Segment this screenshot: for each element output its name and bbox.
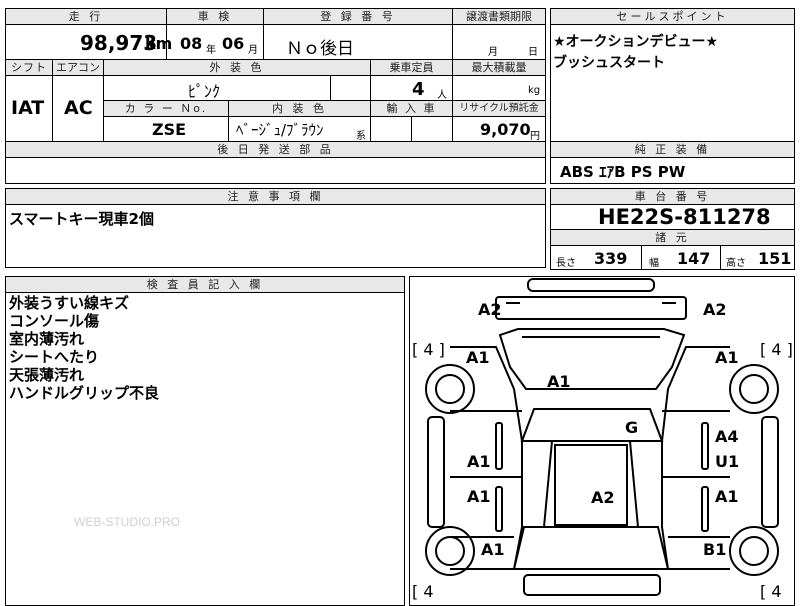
windshield (520, 408, 664, 442)
height-value: 151 (758, 249, 792, 268)
damage-a2-roof: A2 (591, 488, 615, 507)
inspector-header: 検 査 員 記 入 欄 (6, 277, 404, 292)
interior-header: 内 装 色 (229, 101, 370, 116)
damage-a1-front-door-left: A1 (467, 452, 491, 471)
damage-g-windshield: G (625, 418, 639, 437)
damage-a2-top-right: A2 (703, 300, 727, 319)
length-value: 339 (594, 249, 628, 268)
wheel-front-right (729, 364, 779, 414)
rear-bumper (523, 574, 661, 596)
mileage-header: 走 行 (6, 9, 166, 24)
front-bumper (527, 278, 655, 292)
recycle-unit: 円 (530, 131, 540, 142)
registration-header: 登 録 番 号 (264, 9, 452, 24)
inspection-year: 08 (180, 34, 203, 53)
damage-a1-rear-door-left: A1 (467, 487, 491, 506)
shift-header: シフト (6, 60, 52, 75)
capacity-unit: 人 (437, 90, 447, 101)
rear-outline (512, 526, 670, 570)
inspector-line: 室内薄汚れ (9, 330, 85, 348)
width-value: 147 (677, 249, 711, 268)
inspector-line: ハンドルグリップ不良 (9, 384, 160, 402)
tire-fr-label: [ 4 ] (760, 340, 793, 359)
inspection-header: 車 検 (167, 9, 263, 24)
exterior-color-header: 外 装 色 (104, 60, 370, 75)
damage-a2-top-left: A2 (478, 300, 502, 319)
color-no-value: ZSE (152, 120, 187, 139)
damage-b1-rear-right: B1 (703, 540, 727, 559)
specs-header: 諸 元 (551, 230, 794, 245)
color-no-header: カ ラ ー Ｎo. (104, 101, 228, 116)
damage-a1-left-fender: A1 (466, 348, 490, 367)
chassis-number: HE22S-811278 (598, 205, 771, 229)
width-label: 幅 (649, 258, 659, 269)
damage-u1-front-door-right: U1 (715, 452, 740, 471)
sales-point-line2: ブッシュスタート (553, 55, 665, 71)
inspector-notes: 外装うすい線キズ コンソール傷 室内薄汚れ シートへたり 天張薄汚れ ハンドルグ… (9, 294, 159, 402)
damage-a1-hood: A1 (547, 372, 571, 391)
tire-rl-label: [ 4 (412, 582, 434, 601)
recycle-header: リサイクル預託金 (453, 101, 545, 116)
interior-value: ﾍﾞｰｼﾞｭ/ﾌﾞﾗｳﾝ (236, 121, 324, 139)
transfer-day: 日 (528, 47, 538, 58)
notes-value: スマートキー現車2個 (9, 210, 154, 228)
tire-rr-label: [ 4 (760, 582, 782, 601)
height-label: 高さ (726, 258, 746, 269)
transfer-header: 譲渡書類期限 (453, 9, 545, 24)
length-label: 長さ (556, 258, 576, 269)
inspector-line: コンソール傷 (9, 312, 100, 330)
damage-a1-rear-door-right: A1 (715, 487, 739, 506)
capacity-value: 4 (412, 79, 425, 100)
mileage-unit: km (145, 34, 173, 53)
aircon-value: AC (64, 97, 93, 119)
damage-a4-front-door-right: A4 (715, 427, 739, 446)
inspector-line: 天張薄汚れ (9, 366, 85, 384)
roof-outline (542, 440, 640, 528)
shift-value: IAT (11, 97, 45, 119)
watermark: WEB-STUDIO.PRO (74, 515, 181, 529)
sales-point-line1: ★オークションデビュー★ (553, 34, 719, 50)
tire-fl-label: [ 4 ] (412, 340, 445, 359)
sales-point-header: セールスポイント (551, 9, 794, 24)
transfer-month: 月 (488, 47, 498, 58)
registration-value: Ｎｏ後日 (286, 39, 354, 59)
inspection-month: 06 (222, 34, 245, 53)
chassis-header: 車 台 番 号 (551, 189, 794, 204)
capacity-header: 乗車定員 (371, 60, 452, 75)
later-parts-header: 後 日 発 送 部 品 (6, 142, 545, 157)
inspection-month-unit: 月 (248, 45, 258, 56)
inspection-year-unit: 年 (206, 45, 216, 56)
inspector-line: シートへたり (9, 348, 100, 366)
exterior-color-value: ﾋﾟﾝｸ (188, 82, 221, 101)
equipment-header: 純 正 装 備 (551, 142, 794, 157)
recycle-value: 9,070 (480, 120, 531, 139)
wheel-rear-left (425, 526, 475, 576)
inspector-line: 外装うすい線キズ (9, 294, 130, 312)
wheel-rear-right (729, 526, 779, 576)
damage-a1-right-fender: A1 (715, 348, 739, 367)
equipment-value: ABS ｴｱB PS PW (560, 163, 686, 181)
import-header: 輸 入 車 (371, 101, 452, 116)
aircon-header: エアコン (53, 60, 103, 75)
interior-suffix: 系 (356, 131, 366, 142)
max-load-unit: kg (528, 85, 541, 96)
max-load-header: 最大積載量 (453, 60, 545, 75)
notes-header: 注 意 事 項 欄 (6, 189, 545, 204)
damage-a1-rear-left: A1 (481, 540, 505, 559)
front-grille (495, 296, 687, 320)
wheel-front-left (425, 364, 475, 414)
